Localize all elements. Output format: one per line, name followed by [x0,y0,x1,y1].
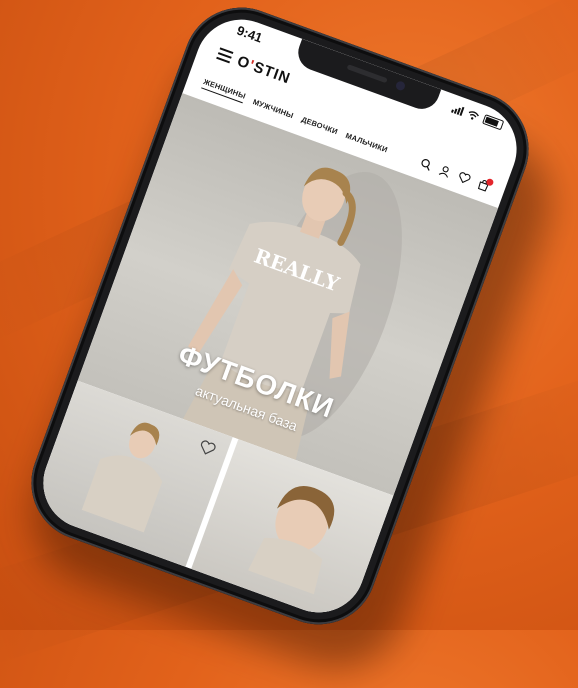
tab-boys[interactable]: МАЛЬЧИКИ [345,130,389,154]
search-icon[interactable] [419,157,433,171]
signal-icon [451,103,465,116]
smartphone: 9:41 O'STIN ЖЕНЩИНЫ МУЖЧИНЫ ДЕВОЧКИ МАЛЬ… [15,0,545,641]
tab-girls[interactable]: ДЕВОЧКИ [300,114,339,135]
heart-icon[interactable] [457,171,472,185]
tab-women[interactable]: ЖЕНЩИНЫ [201,77,247,104]
status-time: 9:41 [234,22,265,46]
front-camera [394,80,407,92]
battery-icon [482,114,505,131]
hamburger-icon[interactable] [216,47,234,64]
wifi-icon [468,110,480,120]
tab-men[interactable]: МУЖЧИНЫ [252,97,295,120]
phone-screen: 9:41 O'STIN ЖЕНЩИНЫ МУЖЧИНЫ ДЕВОЧКИ МАЛЬ… [30,6,530,626]
earpiece-speaker [346,64,388,84]
user-icon[interactable] [438,164,452,178]
cart-button[interactable] [477,177,495,192]
